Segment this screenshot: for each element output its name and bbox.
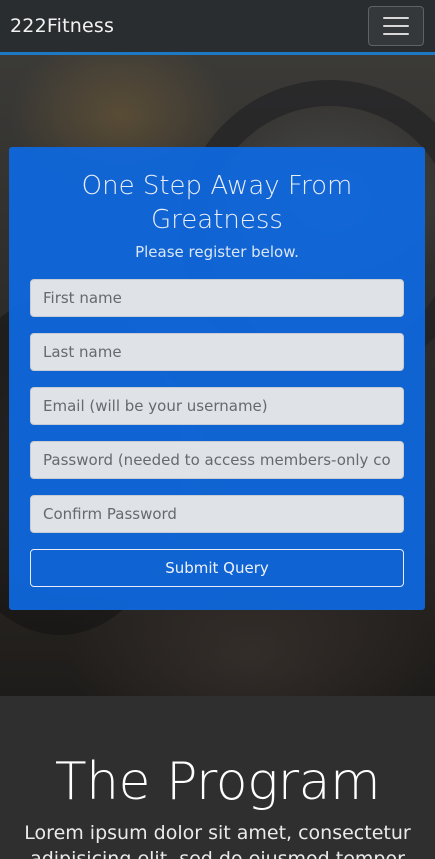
registration-form: One Step Away From Greatness Please regi… — [9, 147, 425, 610]
program-section: The Program Lorem ipsum dolor sit amet, … — [0, 696, 435, 859]
first-name-input[interactable] — [30, 279, 404, 317]
password-input[interactable] — [30, 441, 404, 479]
hamburger-menu-icon — [383, 33, 409, 35]
hamburger-menu-icon — [383, 17, 409, 19]
submit-button[interactable]: Submit Query — [30, 549, 404, 587]
email-input[interactable] — [30, 387, 404, 425]
navbar: 222Fitness — [0, 0, 435, 55]
program-title: The Program — [54, 752, 381, 812]
brand-link[interactable]: 222Fitness — [10, 15, 114, 37]
confirm-password-input[interactable] — [30, 495, 404, 533]
program-description: Lorem ipsum dolor sit amet, consectetur … — [24, 822, 411, 859]
navbar-toggle-button[interactable] — [368, 6, 424, 46]
hamburger-menu-icon — [383, 25, 409, 27]
form-title: One Step Away From Greatness — [81, 171, 353, 235]
last-name-input[interactable] — [30, 333, 404, 371]
form-subtitle: Please register below. — [135, 243, 299, 261]
